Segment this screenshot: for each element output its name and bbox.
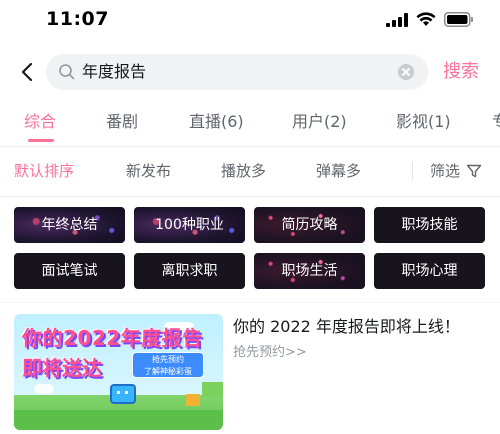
divider	[0, 146, 500, 147]
tab-film[interactable]: 影视(1)	[396, 110, 451, 134]
result-subtitle[interactable]: 抢先预约>>	[233, 344, 307, 362]
divider	[412, 162, 413, 180]
tv-mascot-icon	[110, 384, 136, 404]
tag-label: 100种职业	[155, 217, 224, 233]
tag-label: 职场心理	[401, 263, 458, 279]
divider	[0, 196, 500, 197]
battery-icon	[444, 12, 473, 27]
search-input[interactable]: 年度报告	[46, 54, 428, 90]
active-tab-indicator	[28, 139, 54, 142]
thumbnail-headline: 你的2022年度报告	[22, 326, 203, 350]
tag-resume-guide[interactable]: 简历攻略	[254, 207, 365, 243]
ground	[14, 410, 223, 430]
tab-column[interactable]: 专	[492, 110, 500, 134]
tag-100-careers[interactable]: 100种职业	[134, 207, 245, 243]
tag-label: 离职求职	[161, 263, 218, 279]
search-button[interactable]: 搜索	[443, 60, 479, 84]
search-icon	[59, 64, 75, 80]
tag-workplace-psychology[interactable]: 职场心理	[374, 253, 485, 289]
tab-live[interactable]: 直播(6)	[189, 110, 244, 134]
tab-all[interactable]: 综合	[24, 110, 56, 134]
cloud-decoration	[34, 384, 54, 394]
tag-label: 面试笔试	[41, 263, 98, 279]
tag-label: 年终总结	[41, 217, 98, 233]
tab-bangumi[interactable]: 番剧	[106, 110, 138, 134]
sort-most-played[interactable]: 播放多	[221, 160, 266, 182]
tag-label: 职场生活	[281, 263, 338, 279]
divider	[0, 302, 500, 303]
sort-newest[interactable]: 新发布	[126, 160, 171, 182]
tag-workplace-skills[interactable]: 职场技能	[374, 207, 485, 243]
tag-job-hunting[interactable]: 离职求职	[134, 253, 245, 289]
status-time: 11:07	[46, 8, 109, 30]
pixel-block	[186, 394, 200, 406]
tag-workplace-life[interactable]: 职场生活	[254, 253, 365, 289]
status-bar: 11:07	[0, 0, 500, 40]
clear-icon[interactable]	[398, 64, 414, 80]
filter-icon	[466, 164, 482, 178]
tag-label: 简历攻略	[281, 217, 338, 233]
result-title[interactable]: 你的 2022 年度报告即将上线！	[233, 316, 460, 338]
wifi-icon	[416, 12, 436, 26]
tag-interview-exam[interactable]: 面试笔试	[14, 253, 125, 289]
badge-line: 抢先预约	[152, 355, 184, 364]
chevron-left-icon	[21, 62, 33, 82]
search-query: 年度报告	[82, 62, 147, 81]
badge-line: 了解神秘彩蛋	[144, 367, 192, 376]
thumbnail-badge: 抢先预约 了解神秘彩蛋	[132, 352, 204, 378]
pixel-block	[202, 382, 223, 396]
category-tabs: 综合 番剧 直播(6) 用户(2) 影视(1) 专	[0, 108, 500, 142]
status-icons	[386, 12, 474, 27]
signal-icon	[386, 12, 408, 27]
thumbnail-subheadline: 即将送达	[22, 356, 102, 380]
tag-label: 职场技能	[401, 217, 458, 233]
filter-label: 筛选	[430, 162, 461, 180]
tab-users[interactable]: 用户(2)	[292, 110, 347, 134]
filter-button[interactable]: 筛选	[430, 160, 482, 182]
search-row: 年度报告 搜索	[0, 52, 500, 92]
sort-bar: 默认排序 新发布 播放多 弹幕多 筛选	[0, 158, 500, 186]
sort-default[interactable]: 默认排序	[14, 160, 74, 182]
sort-most-danmaku[interactable]: 弹幕多	[316, 160, 361, 182]
result-thumbnail[interactable]: 你的2022年度报告 即将送达 抢先预约 了解神秘彩蛋	[14, 314, 223, 430]
tag-year-end-summary[interactable]: 年终总结	[14, 207, 125, 243]
back-button[interactable]	[14, 58, 42, 86]
